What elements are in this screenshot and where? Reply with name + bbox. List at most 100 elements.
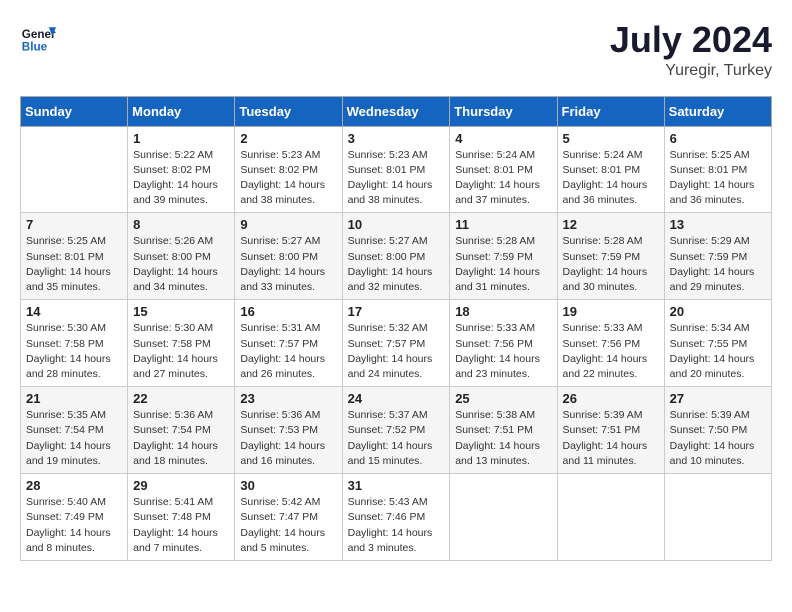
day-number: 12 <box>563 217 659 232</box>
day-number: 4 <box>455 131 551 146</box>
calendar-cell: 21Sunrise: 5:35 AM Sunset: 7:54 PM Dayli… <box>21 387 128 474</box>
calendar-cell: 22Sunrise: 5:36 AM Sunset: 7:54 PM Dayli… <box>128 387 235 474</box>
calendar-cell: 26 Sunrise: 5:39 AM Sunset: 7:51 PM Dayli… <box>557 387 664 474</box>
day-info: Sunrise: 5:33 AM Sunset: 7:56 PM Dayligh… <box>455 321 551 382</box>
day-info: Sunrise: 5:30 AM Sunset: 7:58 PM Dayligh… <box>26 321 122 382</box>
calendar-cell: 23 Sunrise: 5:36 AM Sunset: 7:53 PM Dayli… <box>235 387 342 474</box>
title-block: July 2024 Yuregir, Turkey <box>610 20 772 80</box>
weekday-header-friday: Friday <box>557 96 664 126</box>
day-info: Sunrise: 5:39 AM Sunset: 7:51 PM Dayligh… <box>563 408 659 469</box>
day-number: 26 <box>563 391 659 406</box>
calendar-cell: 5 Sunrise: 5:24 AM Sunset: 8:01 PM Daylig… <box>557 126 664 213</box>
calendar-cell: 30 Sunrise: 5:42 AM Sunset: 7:47 PM Dayli… <box>235 474 342 561</box>
calendar-cell <box>21 126 128 213</box>
calendar-table: SundayMondayTuesdayWednesdayThursdayFrid… <box>20 96 772 561</box>
calendar-week-row: 7 Sunrise: 5:25 AM Sunset: 8:01 PM Daylig… <box>21 213 772 300</box>
day-info: Sunrise: 5:35 AM Sunset: 7:54 PM Dayligh… <box>26 408 122 469</box>
weekday-header-row: SundayMondayTuesdayWednesdayThursdayFrid… <box>21 96 772 126</box>
day-number: 27 <box>670 391 766 406</box>
day-info: Sunrise: 5:30 AM Sunset: 7:58 PM Dayligh… <box>133 321 229 382</box>
calendar-cell: 13 Sunrise: 5:29 AM Sunset: 7:59 PM Dayli… <box>664 213 771 300</box>
day-number: 6 <box>670 131 766 146</box>
weekday-header-thursday: Thursday <box>450 96 557 126</box>
calendar-cell <box>664 474 771 561</box>
day-info: Sunrise: 5:23 AM Sunset: 8:01 PM Dayligh… <box>348 148 445 209</box>
calendar-cell: 19 Sunrise: 5:33 AM Sunset: 7:56 PM Dayli… <box>557 300 664 387</box>
day-number: 18 <box>455 304 551 319</box>
day-info: Sunrise: 5:29 AM Sunset: 7:59 PM Dayligh… <box>670 234 766 295</box>
day-number: 31 <box>348 478 445 493</box>
day-info: Sunrise: 5:27 AM Sunset: 8:00 PM Dayligh… <box>348 234 445 295</box>
day-info: Sunrise: 5:25 AM Sunset: 8:01 PM Dayligh… <box>26 234 122 295</box>
calendar-cell: 11 Sunrise: 5:28 AM Sunset: 7:59 PM Dayli… <box>450 213 557 300</box>
day-number: 14 <box>26 304 122 319</box>
day-info: Sunrise: 5:28 AM Sunset: 7:59 PM Dayligh… <box>563 234 659 295</box>
day-info: Sunrise: 5:28 AM Sunset: 7:59 PM Dayligh… <box>455 234 551 295</box>
day-number: 1 <box>133 131 229 146</box>
calendar-cell <box>450 474 557 561</box>
month-title: July 2024 <box>610 20 772 60</box>
calendar-cell: 29 Sunrise: 5:41 AM Sunset: 7:48 PM Dayli… <box>128 474 235 561</box>
day-number: 11 <box>455 217 551 232</box>
day-number: 2 <box>240 131 336 146</box>
day-info: Sunrise: 5:24 AM Sunset: 8:01 PM Dayligh… <box>563 148 659 209</box>
day-number: 16 <box>240 304 336 319</box>
weekday-header-tuesday: Tuesday <box>235 96 342 126</box>
day-number: 20 <box>670 304 766 319</box>
weekday-header-wednesday: Wednesday <box>342 96 450 126</box>
calendar-cell: 17 Sunrise: 5:32 AM Sunset: 7:57 PM Dayli… <box>342 300 450 387</box>
day-info: Sunrise: 5:24 AM Sunset: 8:01 PM Dayligh… <box>455 148 551 209</box>
day-info: Sunrise: 5:39 AM Sunset: 7:50 PM Dayligh… <box>670 408 766 469</box>
day-info: Sunrise: 5:42 AM Sunset: 7:47 PM Dayligh… <box>240 495 336 556</box>
day-info: Sunrise: 5:41 AM Sunset: 7:48 PM Dayligh… <box>133 495 229 556</box>
day-number: 17 <box>348 304 445 319</box>
day-info: Sunrise: 5:31 AM Sunset: 7:57 PM Dayligh… <box>240 321 336 382</box>
calendar-cell: 7 Sunrise: 5:25 AM Sunset: 8:01 PM Daylig… <box>21 213 128 300</box>
calendar-cell: 4 Sunrise: 5:24 AM Sunset: 8:01 PM Daylig… <box>450 126 557 213</box>
calendar-week-row: 28 Sunrise: 5:40 AM Sunset: 7:49 PM Dayli… <box>21 474 772 561</box>
day-number: 23 <box>240 391 336 406</box>
logo: General Blue <box>20 20 56 56</box>
day-number: 8 <box>133 217 229 232</box>
day-info: Sunrise: 5:27 AM Sunset: 8:00 PM Dayligh… <box>240 234 336 295</box>
day-info: Sunrise: 5:26 AM Sunset: 8:00 PM Dayligh… <box>133 234 229 295</box>
day-number: 7 <box>26 217 122 232</box>
svg-text:Blue: Blue <box>22 41 48 54</box>
day-number: 5 <box>563 131 659 146</box>
calendar-cell: 25Sunrise: 5:38 AM Sunset: 7:51 PM Dayli… <box>450 387 557 474</box>
day-info: Sunrise: 5:23 AM Sunset: 8:02 PM Dayligh… <box>240 148 336 209</box>
calendar-cell: 31 Sunrise: 5:43 AM Sunset: 7:46 PM Dayli… <box>342 474 450 561</box>
day-number: 19 <box>563 304 659 319</box>
calendar-cell: 27 Sunrise: 5:39 AM Sunset: 7:50 PM Dayli… <box>664 387 771 474</box>
day-info: Sunrise: 5:34 AM Sunset: 7:55 PM Dayligh… <box>670 321 766 382</box>
calendar-cell: 12 Sunrise: 5:28 AM Sunset: 7:59 PM Dayli… <box>557 213 664 300</box>
day-number: 24 <box>348 391 445 406</box>
day-info: Sunrise: 5:33 AM Sunset: 7:56 PM Dayligh… <box>563 321 659 382</box>
calendar-cell: 28 Sunrise: 5:40 AM Sunset: 7:49 PM Dayli… <box>21 474 128 561</box>
weekday-header-sunday: Sunday <box>21 96 128 126</box>
day-number: 10 <box>348 217 445 232</box>
calendar-cell: 20 Sunrise: 5:34 AM Sunset: 7:55 PM Dayli… <box>664 300 771 387</box>
day-info: Sunrise: 5:36 AM Sunset: 7:54 PM Dayligh… <box>133 408 229 469</box>
calendar-cell: 14 Sunrise: 5:30 AM Sunset: 7:58 PM Dayli… <box>21 300 128 387</box>
day-number: 3 <box>348 131 445 146</box>
day-number: 28 <box>26 478 122 493</box>
day-number: 29 <box>133 478 229 493</box>
calendar-cell <box>557 474 664 561</box>
day-info: Sunrise: 5:36 AM Sunset: 7:53 PM Dayligh… <box>240 408 336 469</box>
calendar-cell: 24Sunrise: 5:37 AM Sunset: 7:52 PM Dayli… <box>342 387 450 474</box>
calendar-week-row: 21Sunrise: 5:35 AM Sunset: 7:54 PM Dayli… <box>21 387 772 474</box>
day-number: 13 <box>670 217 766 232</box>
calendar-week-row: 1 Sunrise: 5:22 AM Sunset: 8:02 PM Daylig… <box>21 126 772 213</box>
calendar-cell: 8 Sunrise: 5:26 AM Sunset: 8:00 PM Daylig… <box>128 213 235 300</box>
day-info: Sunrise: 5:43 AM Sunset: 7:46 PM Dayligh… <box>348 495 445 556</box>
day-info: Sunrise: 5:32 AM Sunset: 7:57 PM Dayligh… <box>348 321 445 382</box>
calendar-cell: 15Sunrise: 5:30 AM Sunset: 7:58 PM Dayli… <box>128 300 235 387</box>
day-info: Sunrise: 5:40 AM Sunset: 7:49 PM Dayligh… <box>26 495 122 556</box>
day-info: Sunrise: 5:22 AM Sunset: 8:02 PM Dayligh… <box>133 148 229 209</box>
calendar-cell: 6Sunrise: 5:25 AM Sunset: 8:01 PM Daylig… <box>664 126 771 213</box>
day-number: 30 <box>240 478 336 493</box>
calendar-cell: 18 Sunrise: 5:33 AM Sunset: 7:56 PM Dayli… <box>450 300 557 387</box>
day-info: Sunrise: 5:38 AM Sunset: 7:51 PM Dayligh… <box>455 408 551 469</box>
weekday-header-saturday: Saturday <box>664 96 771 126</box>
